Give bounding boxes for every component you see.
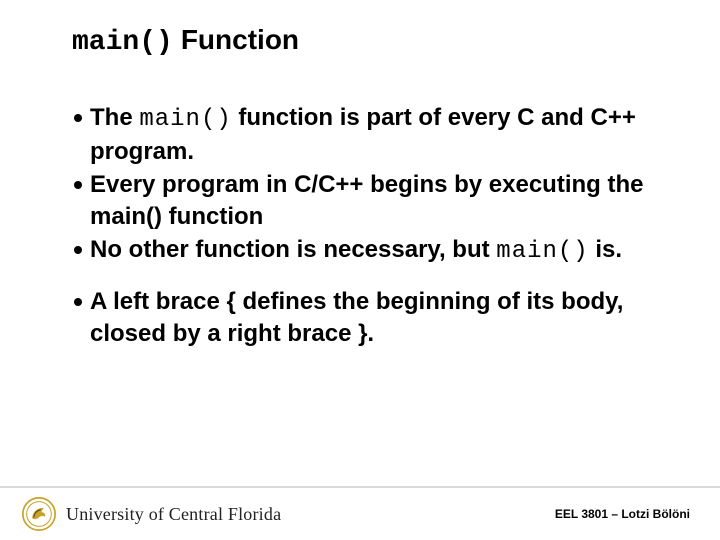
bullet-dot-icon xyxy=(74,246,82,254)
bullet-1: The main() function is part of every C a… xyxy=(74,102,664,169)
bullet-1-text: The main() function is part of every C a… xyxy=(90,102,664,169)
university-brand: University of Central Florida xyxy=(22,497,281,531)
bullet-3: No other function is necessary, but main… xyxy=(74,234,664,268)
slide-title: main() Function xyxy=(72,24,664,58)
bullet-2: Every program in C/C++ begins by executi… xyxy=(74,169,664,234)
bullet-group-1: The main() function is part of every C a… xyxy=(74,102,664,268)
title-code: main() xyxy=(72,27,173,58)
course-footer: EEL 3801 – Lotzi Bölöni xyxy=(555,507,690,521)
slide-content: The main() function is part of every C a… xyxy=(72,102,664,351)
slide-footer: University of Central Florida EEL 3801 –… xyxy=(0,486,720,540)
bullet-4-text: A left brace { defines the beginning of … xyxy=(90,286,664,351)
bullet-group-2: A left brace { defines the beginning of … xyxy=(74,286,664,351)
bullet-dot-icon xyxy=(74,114,82,122)
bullet-1-pre: The xyxy=(90,104,139,131)
university-name-block: University of Central Florida xyxy=(66,505,281,523)
slide: main() Function The main() function is p… xyxy=(0,0,720,540)
university-name: University of Central Florida xyxy=(66,505,281,523)
bullet-3-text: No other function is necessary, but main… xyxy=(90,234,664,268)
title-text: Function xyxy=(181,24,299,56)
bullet-dot-icon xyxy=(74,181,82,189)
bullet-1-code: main() xyxy=(139,106,231,133)
bullet-3-pre: No other function is necessary, but xyxy=(90,236,496,263)
bullet-4: A left brace { defines the beginning of … xyxy=(74,286,664,351)
bullet-2-text: Every program in C/C++ begins by executi… xyxy=(90,169,664,234)
ucf-pegasus-logo-icon xyxy=(22,497,56,531)
bullet-3-code: main() xyxy=(496,238,588,265)
bullet-3-post: is. xyxy=(589,236,622,263)
bullet-dot-icon xyxy=(74,298,82,306)
